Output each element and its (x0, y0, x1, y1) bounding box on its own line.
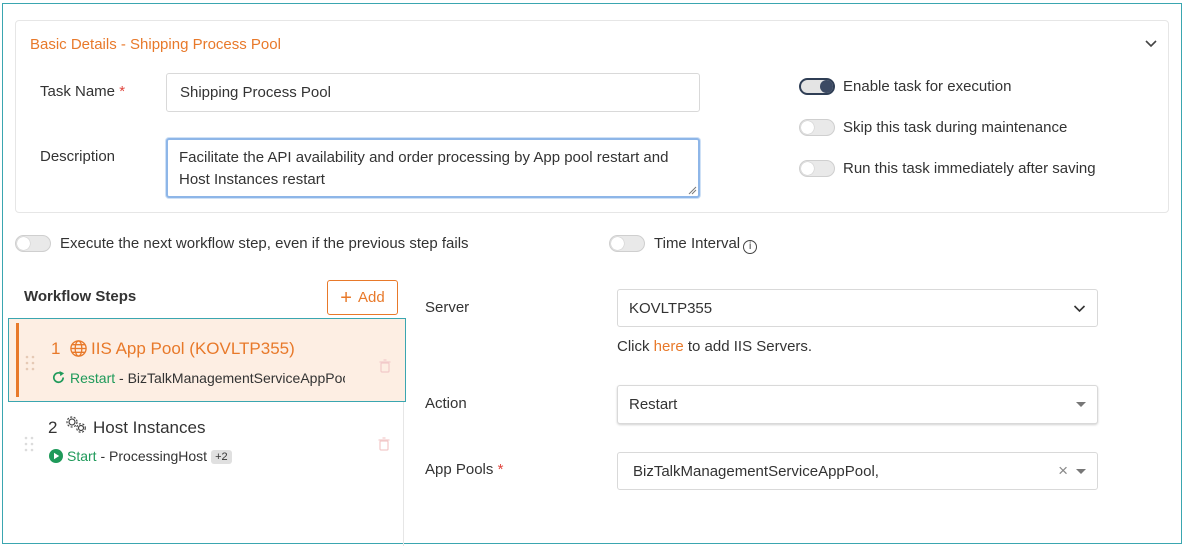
action-select[interactable]: Restart (617, 385, 1098, 424)
run-immediately-label: Run this task immediately after saving (843, 160, 1096, 177)
plus-icon: + (340, 286, 352, 309)
required-mark: * (497, 461, 504, 478)
description-textarea[interactable]: Facilitate the API availability and orde… (166, 138, 700, 198)
trash-icon[interactable] (379, 359, 391, 373)
step-subtitle: Start - ProcessingHost +2 (67, 448, 307, 464)
chevron-down-icon (1073, 304, 1086, 312)
trash-icon[interactable] (378, 437, 390, 451)
gears-icon (66, 416, 86, 433)
task-name-input[interactable]: Shipping Process Pool (166, 73, 700, 112)
execute-next-toggle[interactable] (15, 235, 51, 252)
skip-maintenance-toggle[interactable] (799, 119, 835, 136)
add-step-button[interactable]: + Add (327, 280, 398, 315)
clear-icon[interactable]: × (1058, 461, 1068, 481)
step-number: 2 (48, 418, 58, 437)
time-interval-toggle[interactable] (609, 235, 645, 252)
drag-handle-icon[interactable] (24, 354, 36, 372)
app-pools-select[interactable]: BizTalkManagementServiceAppPool, × (617, 452, 1098, 490)
drag-handle-icon[interactable] (23, 435, 35, 453)
step-subtitle: Restart - BizTalkManagementServiceAppPoo… (70, 370, 345, 386)
action-label: Action (425, 395, 467, 412)
step-title: Host Instances (93, 418, 206, 437)
enable-task-label: Enable task for execution (843, 78, 1012, 95)
required-mark: * (119, 83, 126, 100)
caret-down-icon (1076, 468, 1086, 474)
enable-task-toggle[interactable] (799, 78, 835, 95)
play-icon (49, 449, 63, 463)
restart-icon (53, 370, 65, 384)
add-servers-link[interactable]: here (654, 338, 684, 355)
description-label: Description (40, 148, 116, 165)
active-indicator (16, 323, 19, 397)
step-number: 1 (51, 339, 61, 358)
time-interval-label: Time Interval i (654, 235, 758, 254)
run-immediately-toggle[interactable] (799, 160, 835, 177)
card-title[interactable]: Basic Details - Shipping Process Pool (30, 36, 281, 53)
info-icon[interactable]: i (743, 240, 758, 254)
skip-maintenance-label: Skip this task during maintenance (843, 119, 1068, 136)
task-name-label: Task Name * (40, 83, 126, 100)
server-label: Server (425, 299, 470, 316)
add-servers-hint: Click here to add IIS Servers. (617, 338, 813, 355)
chevron-down-icon[interactable] (1144, 38, 1158, 48)
more-count-badge[interactable]: +2 (211, 450, 232, 464)
execute-next-label: Execute the next workflow step, even if … (60, 235, 469, 252)
server-select[interactable]: KOVLTP355 (617, 289, 1098, 327)
step-title: IIS App Pool (KOVLTP355) (91, 339, 295, 358)
caret-down-icon (1076, 402, 1086, 407)
workflow-steps-title: Workflow Steps (24, 288, 137, 305)
workflow-step-1[interactable]: 1 IIS App Pool (KOVLTP355) Restart - Biz… (8, 318, 406, 402)
workflow-step-2[interactable]: 2 Host Instances Start - ProcessingHost +… (8, 402, 404, 482)
resize-grip-icon[interactable] (687, 185, 697, 195)
globe-icon (70, 340, 87, 357)
app-pools-label: App Pools * (425, 461, 504, 478)
